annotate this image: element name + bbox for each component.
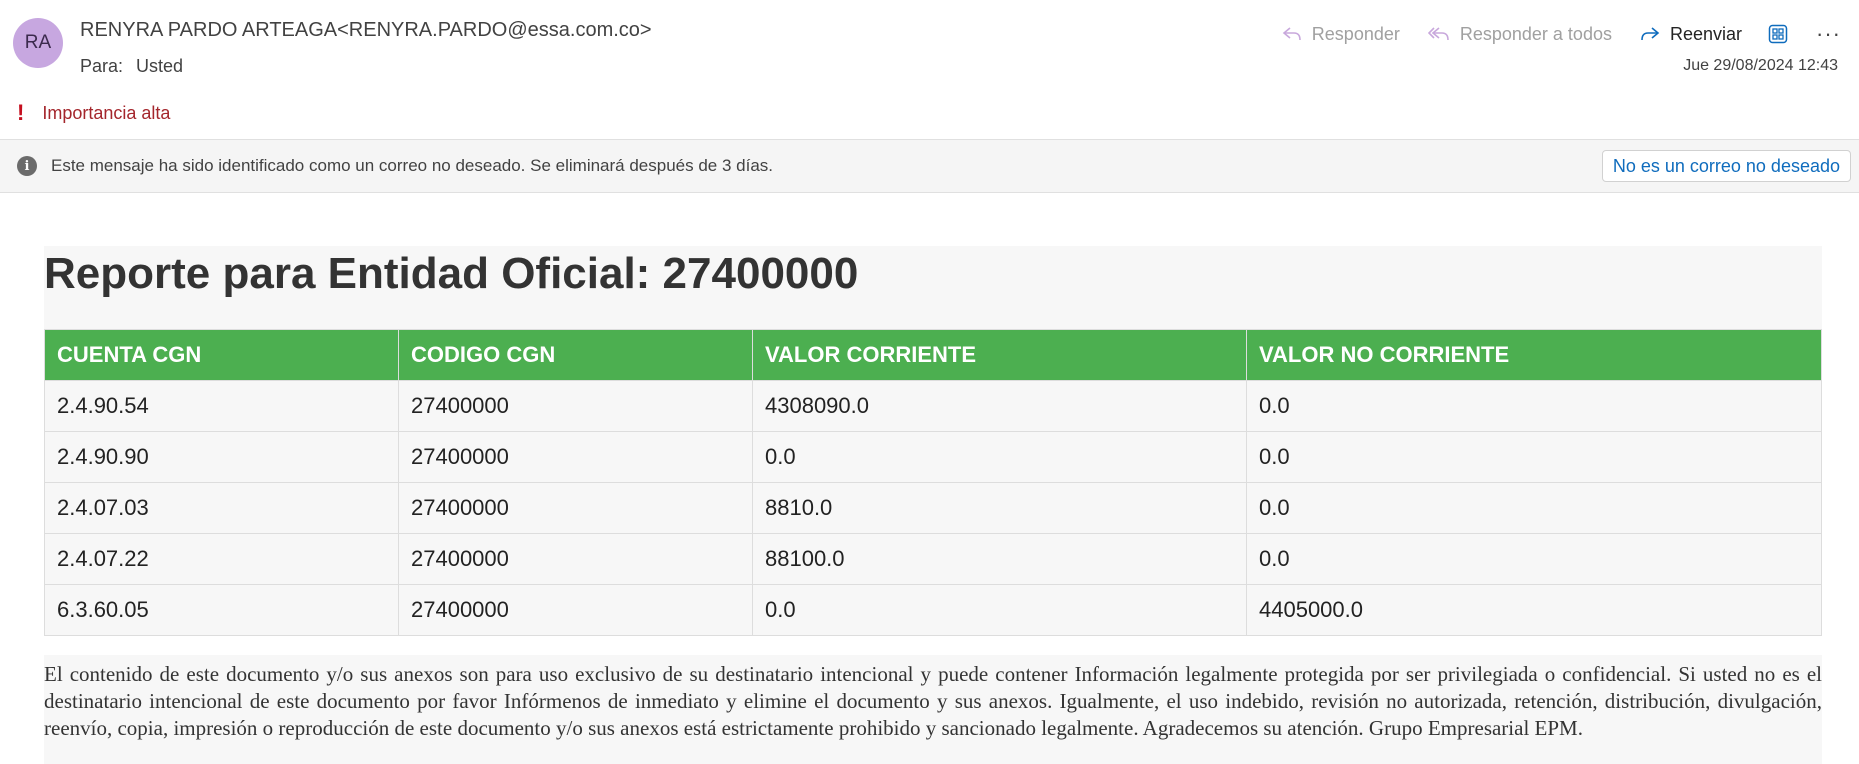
reply-all-icon [1427,27,1449,41]
table-row: 2.4.90.54 27400000 4308090.0 0.0 [44,380,1822,432]
avatar[interactable]: RA [13,18,63,68]
table-cell: 2.4.90.54 [44,380,399,432]
table-cell: 0.0 [1246,431,1822,483]
table-row: 2.4.07.22 27400000 88100.0 0.0 [44,533,1822,585]
reply-label: Responder [1311,23,1400,44]
junk-notice-text: Este mensaje ha sido identificado como u… [51,156,774,175]
more-actions-button[interactable]: ··· [1816,23,1841,45]
to-value[interactable]: Usted [136,56,183,76]
table-cell: 0.0 [1246,533,1822,585]
table-cell: 4405000.0 [1246,584,1822,636]
column-header: CUENTA CGN [44,329,399,381]
sender-name[interactable]: RENYRA PARDO ARTEAGA<RENYRA.PARDO@essa.c… [80,19,652,42]
reply-all-button[interactable]: Responder a todos [1427,23,1612,45]
forward-icon [1641,27,1660,41]
reply-icon [1282,27,1301,41]
table-row: 2.4.07.03 27400000 8810.0 0.0 [44,482,1822,534]
table-header-row: CUENTA CGN CODIGO CGN VALOR CORRIENTE VA… [44,329,1822,381]
report-title: Reporte para Entidad Oficial: 27400000 [44,249,859,298]
report-table: CUENTA CGN CODIGO CGN VALOR CORRIENTE VA… [44,329,1822,636]
table-row: 6.3.60.05 27400000 0.0 4405000.0 [44,584,1822,636]
table-cell: 6.3.60.05 [44,584,399,636]
importance-icon: ! [17,100,25,125]
reply-button[interactable]: Responder [1282,24,1400,45]
table-cell: 0.0 [1246,482,1822,534]
column-header: VALOR CORRIENTE [752,329,1247,381]
table-cell: 2.4.07.22 [44,533,399,585]
table-cell: 0.0 [1246,380,1822,432]
not-junk-button[interactable]: No es un correo no deseado [1601,150,1851,182]
forward-label: Reenviar [1669,23,1743,44]
table-cell: 8810.0 [752,482,1247,534]
reply-all-label: Responder a todos [1459,23,1612,44]
report-section: Reporte para Entidad Oficial: 27400000 C… [44,246,1822,636]
forward-button[interactable]: Reenviar [1640,24,1742,45]
table-cell: 2.4.07.03 [44,482,399,534]
table-cell: 0.0 [752,431,1247,483]
column-header: CODIGO CGN [398,329,753,381]
table-cell: 27400000 [398,431,753,483]
info-icon: i [17,156,37,176]
table-cell: 0.0 [752,584,1247,636]
recipient-row: Para: Usted [80,56,183,77]
immersive-reader-button[interactable] [1768,24,1788,44]
table-cell: 27400000 [398,584,753,636]
legal-disclaimer: El contenido de este documento y/o sus a… [44,655,1822,764]
table-cell: 27400000 [398,482,753,534]
message-actions: Responder Responder a todos Reenviar ··· [1254,20,1841,48]
sent-date: Jue 29/08/2024 12:43 [1683,57,1838,74]
table-cell: 27400000 [398,380,753,432]
table-cell: 27400000 [398,533,753,585]
table-row: 2.4.90.90 27400000 0.0 0.0 [44,431,1822,483]
importance-label: Importancia alta [42,102,171,123]
column-header: VALOR NO CORRIENTE [1246,329,1822,381]
to-label: Para: [80,56,124,76]
importance-flag: ! Importancia alta [17,100,170,126]
table-cell: 4308090.0 [752,380,1247,432]
table-cell: 88100.0 [752,533,1247,585]
table-cell: 2.4.90.90 [44,431,399,483]
grid-view-icon [1768,24,1788,44]
junk-notice-bar: i Este mensaje ha sido identificado como… [0,139,1859,193]
